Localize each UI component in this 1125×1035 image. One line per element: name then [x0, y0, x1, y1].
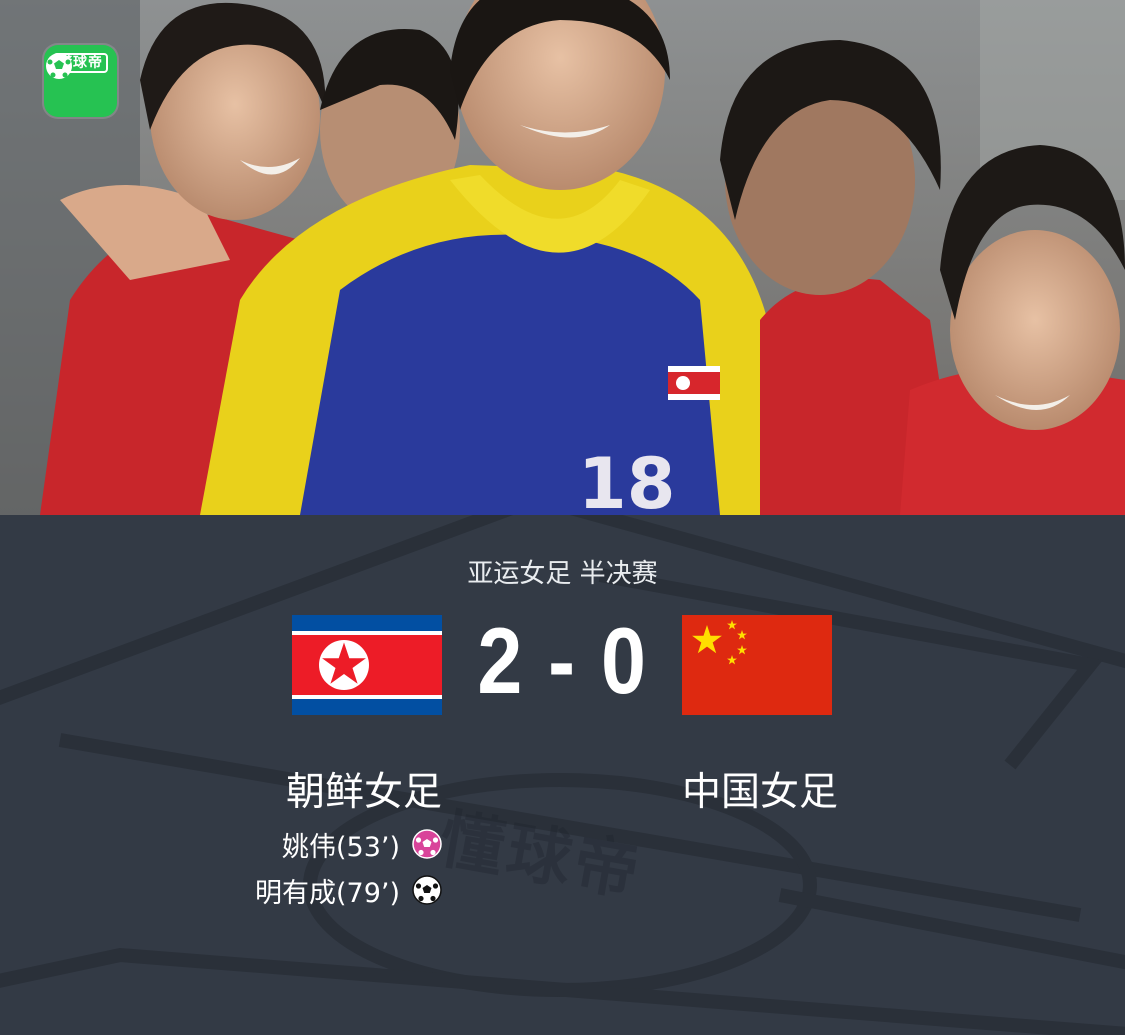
celebration-photo-illustration: 18 — [0, 0, 1125, 515]
away-team-name: 中国女足 — [682, 770, 839, 815]
home-team-name: 朝鲜女足 — [285, 770, 442, 815]
match-score: 2 - 0 — [477, 608, 648, 713]
north-korea-flag-icon — [292, 615, 442, 715]
goal-scorers-list: 姚伟(53’) 明有成(79’) — [255, 821, 442, 913]
scorer-name: 明有成(79’) — [254, 877, 400, 909]
match-photo: 18 懂球帝 — [0, 0, 1125, 515]
competition-title: 亚运女足 半决赛 — [467, 559, 658, 589]
score-panel: 懂球帝 亚运女足 半决赛 2 - 0 朝鲜女足 中国女足 姚伟(53’) 明有成… — [0, 515, 1125, 1035]
scorer-row: 明有成(79’) — [255, 867, 442, 913]
scorer-name: 姚伟(53’) — [281, 831, 400, 863]
own-goal-ball-icon — [412, 829, 442, 859]
app-logo: 懂球帝 — [44, 45, 117, 117]
svg-text:18: 18 — [578, 443, 675, 515]
scorer-row: 姚伟(53’) — [255, 821, 442, 867]
china-flag-icon — [682, 615, 832, 715]
logo-soccer-ball-icon — [46, 53, 72, 79]
soccer-ball-icon — [412, 875, 442, 905]
pitch-lines-background — [0, 515, 1125, 1035]
